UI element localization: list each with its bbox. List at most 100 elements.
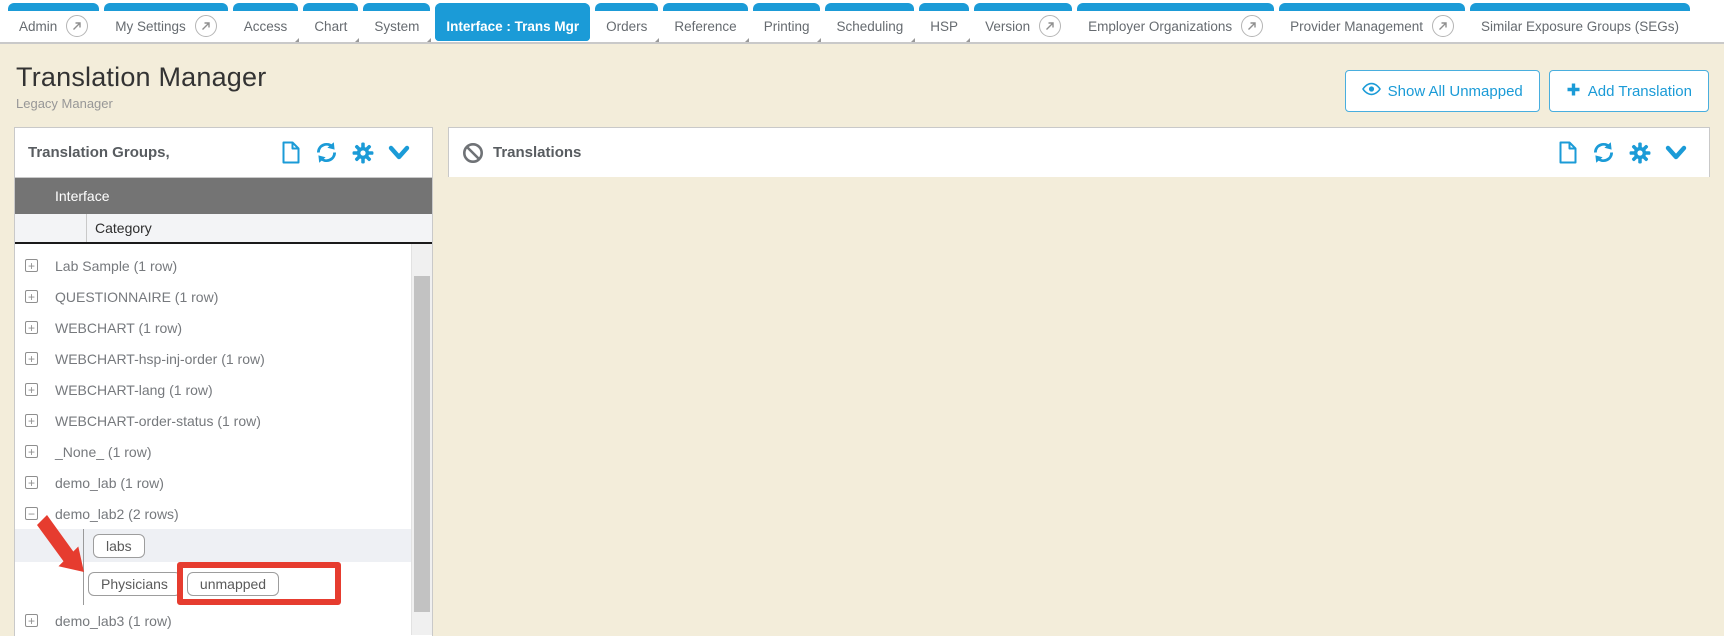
tab-system[interactable]: System — [363, 3, 430, 41]
tab-label: Chart — [314, 19, 347, 34]
tab-chart[interactable]: Chart — [303, 3, 358, 41]
tab-label: HSP — [930, 19, 958, 34]
column-divider — [86, 214, 87, 242]
chevron-down-icon[interactable] — [1665, 145, 1687, 161]
group-row-label: WEBCHART-order-status (1 row) — [55, 413, 261, 429]
expand-icon[interactable]: + — [25, 259, 38, 272]
expand-icon[interactable]: + — [25, 290, 38, 303]
tab-label: Admin — [19, 19, 57, 34]
tab-label: Version — [985, 19, 1030, 34]
group-row-demo-lab2[interactable]: − demo_lab2 (2 rows) — [15, 498, 432, 529]
tab-access[interactable]: Access — [233, 3, 299, 41]
translation-groups-header: Translation Groups, — [15, 128, 432, 177]
tab-label: Employer Organizations — [1088, 19, 1232, 34]
group-row-label: demo_lab3 (1 row) — [55, 613, 172, 629]
page-subtitle: Legacy Manager — [16, 96, 266, 111]
external-link-icon[interactable] — [1432, 15, 1454, 37]
vertical-scrollbar[interactable] — [411, 244, 432, 635]
expand-icon[interactable]: + — [25, 414, 38, 427]
expand-icon[interactable]: + — [25, 476, 38, 489]
tab-my-settings[interactable]: My Settings — [104, 3, 228, 41]
expand-icon[interactable]: + — [25, 352, 38, 365]
group-row-lab-sample[interactable]: +Lab Sample (1 row) — [15, 250, 432, 281]
tab-provider-management[interactable]: Provider Management — [1279, 3, 1465, 41]
group-row-label: demo_lab (1 row) — [55, 475, 164, 491]
ban-icon — [462, 142, 484, 164]
tab-label: Access — [244, 19, 288, 34]
group-row-label: WEBCHART (1 row) — [55, 320, 182, 336]
gear-icon[interactable] — [1629, 142, 1651, 164]
tab-reference[interactable]: Reference — [663, 3, 747, 41]
group-row-webchart[interactable]: + WEBCHART (1 row) — [15, 312, 432, 343]
group-row-questionnaire[interactable]: + QUESTIONNAIRE (1 row) — [15, 281, 432, 312]
tab-top-strip — [825, 3, 914, 11]
tree-indent-divider — [83, 529, 84, 605]
category-chip-labs[interactable]: labs — [93, 534, 145, 558]
tab-scheduling[interactable]: Scheduling — [825, 3, 914, 41]
tab-hsp[interactable]: HSP — [919, 3, 969, 41]
external-link-icon[interactable] — [66, 15, 88, 37]
tab-interface-trans-mgr[interactable]: Interface : Trans Mgr — [435, 3, 590, 41]
plus-icon — [1566, 82, 1581, 101]
tab-top-strip — [974, 3, 1072, 11]
tab-orders[interactable]: Orders — [595, 3, 658, 41]
category-column-header: Category — [15, 220, 152, 236]
show-all-unmapped-button[interactable]: Show All Unmapped — [1345, 70, 1540, 112]
gear-icon[interactable] — [352, 142, 374, 164]
collapse-icon[interactable]: − — [25, 507, 38, 520]
new-document-icon[interactable] — [1558, 141, 1578, 164]
category-header-row: Category — [15, 214, 432, 244]
category-row[interactable]: labs — [15, 529, 432, 562]
tab-employer-organizations[interactable]: Employer Organizations — [1077, 3, 1274, 41]
refresh-icon[interactable] — [315, 141, 338, 164]
add-translation-label: Add Translation — [1588, 83, 1692, 100]
new-document-icon[interactable] — [281, 141, 301, 164]
category-chip-physicians[interactable]: Physicians — [88, 572, 181, 596]
add-translation-button[interactable]: Add Translation — [1549, 70, 1709, 112]
group-row-label: _None_ (1 row) — [55, 444, 152, 460]
translation-groups-rows: +Lab Sample (1 row)+QUESTIONNAIRE (1 row… — [15, 244, 432, 635]
expand-icon[interactable]: + — [25, 383, 38, 396]
category-row[interactable]: Physiciansunmapped — [15, 562, 432, 605]
tab-admin[interactable]: Admin — [8, 3, 99, 41]
tab-top-strip — [919, 3, 969, 11]
tab-label: Similar Exposure Groups (SEGs) — [1481, 19, 1679, 34]
group-row-demo-lab[interactable]: + demo_lab (1 row) — [15, 467, 432, 498]
external-link-icon[interactable] — [1039, 15, 1061, 37]
tab-printing[interactable]: Printing — [753, 3, 821, 41]
group-row-webchart-order-status[interactable]: + WEBCHART-order-status (1 row) — [15, 405, 432, 436]
external-link-icon[interactable] — [195, 15, 217, 37]
scrollbar-thumb[interactable] — [414, 276, 430, 612]
tab-top-strip — [595, 3, 658, 11]
tab-label: Orders — [606, 19, 647, 34]
tab-top-strip — [663, 3, 747, 11]
group-row-label: demo_lab2 (2 rows) — [55, 506, 179, 522]
expand-icon[interactable]: + — [25, 445, 38, 458]
tab-top-strip — [233, 3, 299, 11]
expand-icon[interactable]: + — [25, 614, 38, 627]
group-row-webchart-hsp-inj-order[interactable]: +WEBCHART-hsp-inj-order (1 row) — [15, 343, 432, 374]
chevron-down-icon[interactable] — [388, 145, 410, 161]
group-row-demo-lab3[interactable]: + demo_lab3 (1 row) — [15, 605, 432, 635]
tab-label: My Settings — [115, 19, 186, 34]
tab-label: Interface : Trans Mgr — [446, 19, 579, 34]
eye-icon — [1362, 82, 1381, 100]
group-row-webchart-lang[interactable]: +WEBCHART-lang (1 row) — [15, 374, 432, 405]
group-row-none[interactable]: + _None_ (1 row) — [15, 436, 432, 467]
tab-version[interactable]: Version — [974, 3, 1072, 41]
tab-bar: Admin My Settings Access Chart System Interfa… — [0, 0, 1724, 44]
tab-label: Provider Management — [1290, 19, 1423, 34]
toolbar: Show All Unmapped Add Translation — [1345, 70, 1709, 112]
external-link-icon[interactable] — [1241, 15, 1263, 37]
expand-icon[interactable]: + — [25, 321, 38, 334]
page-header: Translation Manager Legacy Manager — [16, 62, 266, 111]
tab-top-strip — [8, 3, 99, 11]
translations-title: Translations — [493, 144, 581, 161]
tab-top-strip — [753, 3, 821, 11]
group-row-label: QUESTIONNAIRE (1 row) — [55, 289, 218, 305]
tab-similar-exposure-groups-segs[interactable]: Similar Exposure Groups (SEGs) — [1470, 3, 1690, 41]
translation-groups-header-icons — [281, 141, 416, 164]
refresh-icon[interactable] — [1592, 141, 1615, 164]
tab-top-strip — [104, 3, 228, 11]
category-chip-unmapped[interactable]: unmapped — [187, 572, 279, 596]
